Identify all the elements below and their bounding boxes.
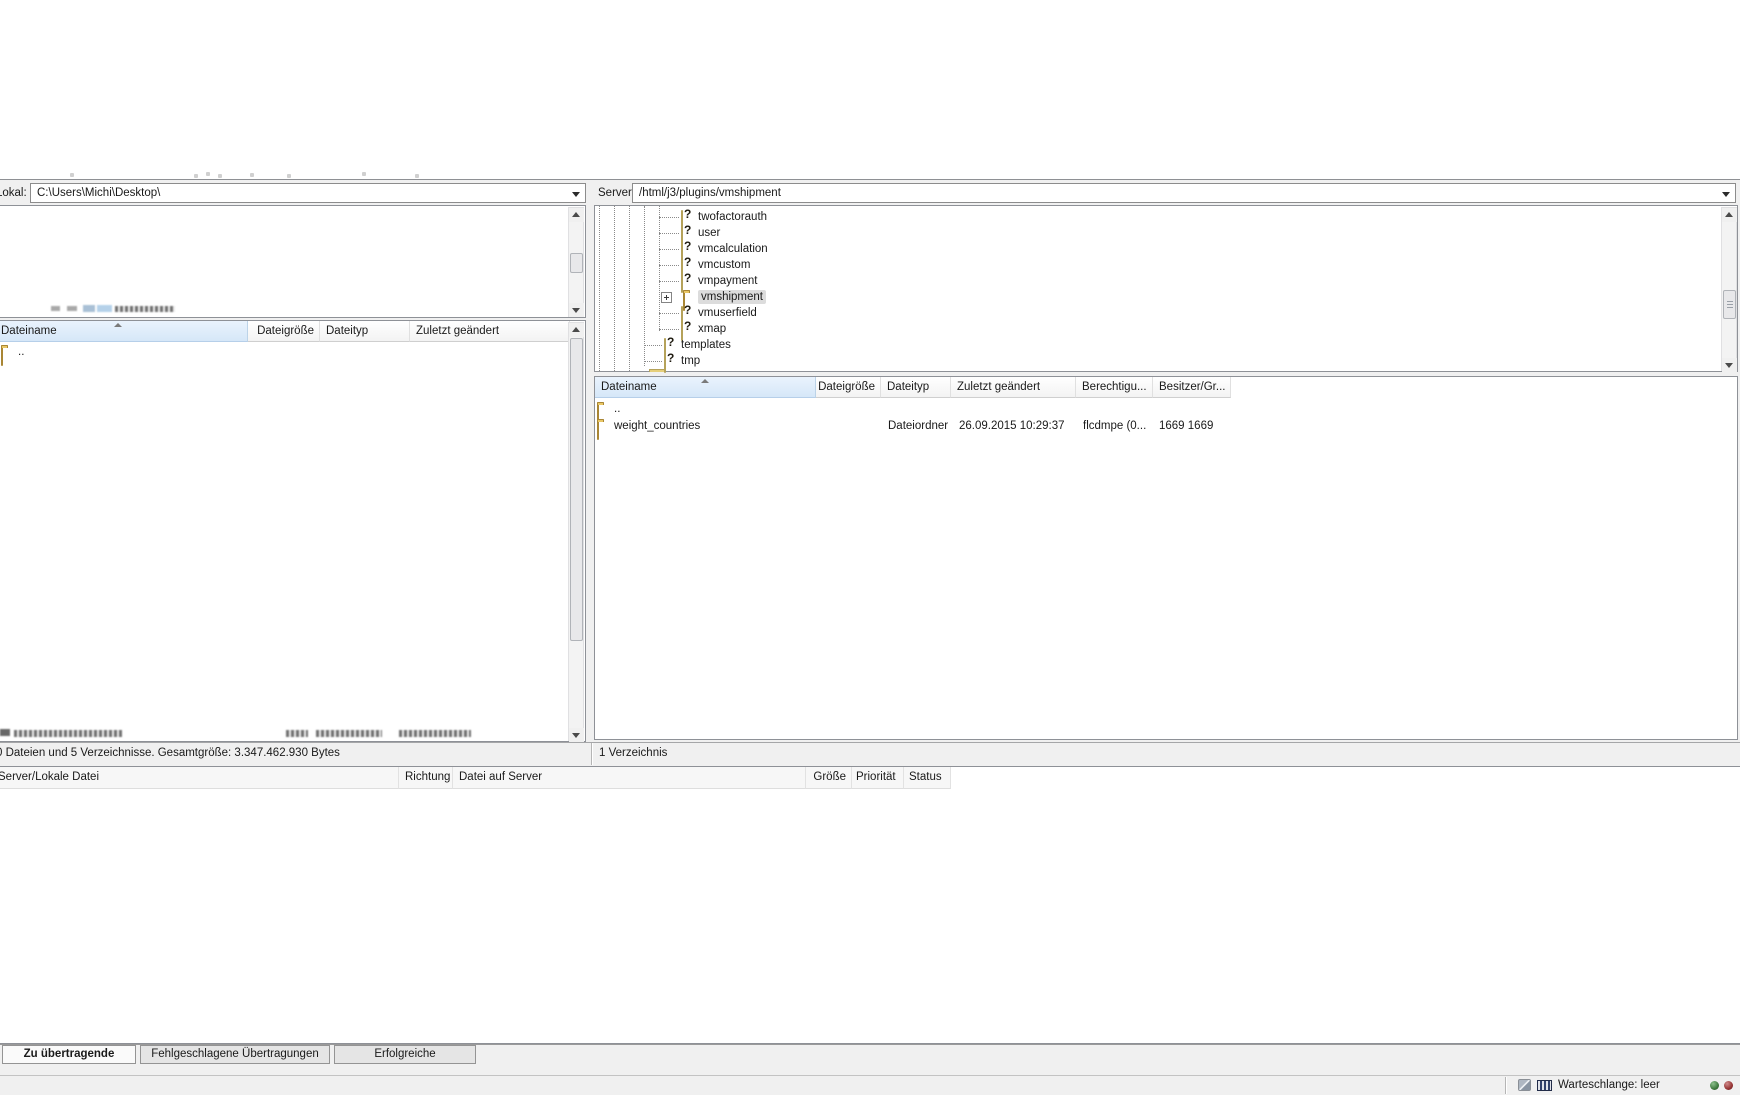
server-file-list-panel[interactable]: Dateiname Dateigröße Dateityp Zuletzt ge… [594, 376, 1738, 740]
cell-dateityp: Dateiordner [888, 420, 950, 432]
redacted-tree-mark [51, 306, 60, 311]
local-path-dropdown-icon[interactable] [572, 192, 580, 197]
queue-header: Server/Lokale Datei Richtung Datei auf S… [0, 767, 1740, 789]
folder-icon [1, 347, 3, 366]
server-tree-panel[interactable]: ? twofactorauth ? user ? vmcalculation ?… [594, 205, 1738, 372]
window-status-bar: Warteschlange: leer [0, 1075, 1740, 1094]
queue-tabs-bar: Zu übertragende Dateien Fehlgeschlagene … [0, 1044, 1740, 1066]
sort-asc-icon [114, 323, 122, 327]
local-list-header: Dateiname Dateigröße Dateityp Zuletzt ge… [0, 321, 585, 342]
redacted-file-icon [0, 729, 10, 736]
scroll-down-icon[interactable] [569, 728, 584, 742]
redacted-file-date [399, 730, 471, 737]
scroll-up-icon[interactable] [569, 323, 584, 337]
tree-item-vmcustom[interactable]: ? vmcustom [595, 258, 597, 273]
cell-zuletzt-geaendert: 26.09.2015 10:29:37 [959, 420, 1079, 432]
scrollbar-thumb[interactable] [1723, 290, 1736, 319]
scroll-down-icon[interactable] [569, 303, 584, 317]
status-light-green [1710, 1081, 1719, 1090]
local-tree-scrollbar[interactable] [568, 207, 584, 317]
tree-item-twofactorauth[interactable]: ? twofactorauth [595, 210, 597, 225]
scrollbar-thumb[interactable] [570, 253, 583, 273]
server-directory-status: 1 Verzeichnis [599, 747, 667, 759]
server-column-zuletzt-geaendert[interactable]: Zuletzt geändert [951, 377, 1076, 398]
local-column-zuletzt-geaendert[interactable]: Zuletzt geändert [410, 321, 570, 342]
tab-zu-uebertragende-dateien[interactable]: Zu übertragende Dateien [2, 1045, 136, 1064]
server-column-dateityp[interactable]: Dateityp [881, 377, 951, 398]
local-column-dateigroesse[interactable]: Dateigröße [248, 321, 320, 342]
server-path-label: Server: [598, 187, 635, 199]
redacted-tree-mark [67, 306, 77, 311]
server-column-dateigroesse[interactable]: Dateigröße [816, 377, 881, 398]
scrollbar-thumb[interactable] [570, 338, 583, 641]
statusbar-divider [1505, 1077, 1506, 1094]
scroll-up-icon[interactable] [569, 208, 584, 222]
status-light-red [1724, 1081, 1733, 1090]
server-path-dropdown-icon[interactable] [1722, 192, 1730, 197]
tree-item-vmshipment[interactable]: vmshipment [595, 290, 597, 305]
local-column-dateiname[interactable]: Dateiname [0, 321, 248, 342]
cell-besitzer-gruppe: 1669 1669 [1159, 420, 1229, 432]
tree-item-xmap[interactable]: ? xmap [595, 322, 597, 337]
queue-status-text: Warteschlange: leer [1558, 1079, 1660, 1091]
scroll-down-icon[interactable] [1722, 358, 1737, 372]
transfer-queue-panel[interactable]: Server/Lokale Datei Richtung Datei auf S… [0, 766, 1740, 1044]
queue-column-groesse[interactable]: Größe [806, 767, 852, 789]
redacted-tree-icon [97, 305, 112, 312]
tree-item-user[interactable]: ? user [595, 226, 597, 241]
tab-fehlgeschlagene-uebertragungen[interactable]: Fehlgeschlagene Übertragungen [140, 1045, 330, 1064]
queue-column-richtung[interactable]: Richtung [399, 767, 453, 789]
tree-item-vmpayment[interactable]: ? vmpayment [595, 274, 597, 289]
server-column-berechtigungen[interactable]: Berechtigu... [1076, 377, 1153, 398]
local-directory-status: 0 Dateien und 5 Verzeichnisse. Gesamtgrö… [0, 747, 340, 759]
server-list-header: Dateiname Dateigröße Dateityp Zuletzt ge… [595, 377, 1737, 398]
local-list-scrollbar[interactable] [568, 322, 584, 741]
redacted-file-name [14, 730, 122, 737]
queue-body-empty[interactable] [0, 789, 1740, 1043]
local-path-value: C:\Users\Michi\Desktop\ [37, 187, 160, 199]
tree-guide-line [644, 206, 645, 366]
tree-guide-line [629, 206, 630, 371]
queue-column-status[interactable]: Status [904, 767, 951, 789]
sort-asc-icon [701, 379, 709, 383]
queue-column-datei-auf-server[interactable]: Datei auf Server [453, 767, 806, 789]
queue-column-prioritaet[interactable]: Priorität [852, 767, 904, 789]
tree-item-tmp[interactable]: ? tmp [595, 354, 597, 369]
tree-item-vmcalculation[interactable]: ? vmcalculation [595, 242, 597, 257]
cell-berechtigungen: flcdmpe (0... [1083, 420, 1153, 432]
server-tree-scrollbar[interactable] [1721, 207, 1737, 371]
server-row-weight-countries[interactable]: weight_countries Dateiordner 26.09.2015 … [595, 419, 1715, 435]
partial-folder-icon [649, 369, 665, 372]
redacted-file-size [286, 730, 308, 737]
local-row-parent-dir[interactable]: .. [0, 345, 559, 360]
local-column-dateityp[interactable]: Dateityp [320, 321, 410, 342]
server-path-value: /html/j3/plugins/vmshipment [639, 187, 781, 199]
local-path-combobox[interactable]: C:\Users\Michi\Desktop\ [30, 183, 586, 203]
redacted-tree-label [115, 306, 175, 312]
plus-expand-icon[interactable] [661, 292, 672, 303]
redacted-file-row[interactable] [0, 727, 559, 739]
tree-guide-line [614, 206, 615, 371]
server-column-besitzer-gruppe[interactable]: Besitzer/Gr... [1153, 377, 1231, 398]
local-tree-panel[interactable] [0, 205, 586, 318]
server-column-dateiname[interactable]: Dateiname [595, 377, 816, 398]
folder-icon [597, 421, 599, 440]
tree-guide-line [599, 206, 600, 371]
wrench-icon[interactable] [1518, 1079, 1531, 1091]
local-path-label: Lokal: [0, 187, 27, 199]
queue-keypad-icon[interactable] [1537, 1080, 1552, 1091]
server-path-combobox[interactable]: /html/j3/plugins/vmshipment [632, 183, 1736, 203]
server-row-parent-dir[interactable]: .. [595, 402, 1715, 418]
scroll-up-icon[interactable] [1722, 208, 1737, 222]
queue-column-server-lokale-datei[interactable]: Server/Lokale Datei [0, 767, 399, 789]
tree-item-templates[interactable]: ? templates [595, 338, 597, 353]
directory-status-bar: 0 Dateien und 5 Verzeichnisse. Gesamtgrö… [0, 742, 1740, 765]
tab-erfolgreiche-uebertragungen[interactable]: Erfolgreiche Übertragungen [334, 1045, 476, 1064]
statusbar-divider [591, 743, 592, 765]
local-file-list-panel[interactable]: Dateiname Dateigröße Dateityp Zuletzt ge… [0, 320, 586, 742]
redacted-file-type [316, 730, 382, 737]
tree-item-vmuserfield[interactable]: ? vmuserfield [595, 306, 597, 321]
redacted-tree-icon [83, 305, 95, 312]
